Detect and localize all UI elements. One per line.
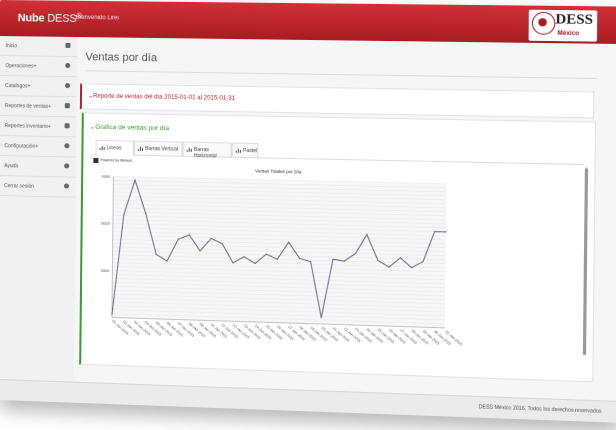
y-tick-label: 9000 xyxy=(101,174,111,179)
sidebar-item-label: Reportes inventario+ xyxy=(4,123,51,130)
line-chart-icon xyxy=(98,145,105,151)
seal-icon xyxy=(531,11,556,35)
sidebar-item-label: Configuración+ xyxy=(4,143,39,150)
brand-bold: Nube xyxy=(17,12,45,25)
sidebar-item-configuración[interactable]: Configuración+ xyxy=(0,135,77,158)
tab-label: Pastel xyxy=(242,147,258,155)
sidebar: Inicio Operaciones+ Catalogos+ Reportes de … xyxy=(0,35,79,383)
pie-chart-icon xyxy=(235,148,241,153)
report-title: Reporte de ventas del día 2015-01-01 al … xyxy=(93,93,236,102)
chart-area: Powered by Webcel Ventas Totales por Día 3… xyxy=(89,155,589,375)
chart-title: Ventas Totales por Día xyxy=(255,168,302,174)
logo-subtext: México xyxy=(557,30,580,38)
main-content: Ventas por día ⌄Reporte de ventas del dí… xyxy=(73,37,616,402)
sidebar-item-label: Ayuda xyxy=(4,163,19,170)
question-icon xyxy=(64,163,70,169)
dess-logo: DESS México xyxy=(528,9,598,42)
power-icon xyxy=(63,183,70,189)
chart-panel-title: Grafica de ventas por día xyxy=(95,123,170,133)
gear-icon xyxy=(65,62,71,69)
tab-lineas[interactable]: Lineas xyxy=(95,139,134,156)
sidebar-item-label: Operaciones+ xyxy=(5,63,37,70)
home-icon xyxy=(65,42,71,48)
logo-text: DESS xyxy=(555,12,594,29)
brand-name: DESS xyxy=(47,12,77,25)
sidebar-item-reportes-de-ventas[interactable]: Reportes de ventas+ xyxy=(0,95,77,118)
y-tick-label: 6000 xyxy=(101,221,111,226)
tab-barras-vertical[interactable]: Barras Vertical xyxy=(133,140,183,156)
sidebar-item-cerrar-sesión[interactable]: Cerrar sesión xyxy=(0,175,77,198)
webcel-logo-icon xyxy=(93,157,99,164)
chart-badge: Powered by Webcel xyxy=(100,158,132,163)
gear-icon xyxy=(64,143,70,149)
y-tick-label: 3000 xyxy=(100,268,110,273)
sidebar-item-reportes-inventario[interactable]: Reportes inventario+ xyxy=(0,115,77,138)
hbar-chart-icon xyxy=(186,147,192,152)
sidebar-item-catalogos[interactable]: Catalogos+ xyxy=(0,75,78,98)
chart-icon xyxy=(64,123,70,129)
bar-chart-icon xyxy=(137,146,144,151)
sales-line-chart: Powered by Webcel Ventas Totales por Día 3… xyxy=(93,157,463,347)
chart-icon xyxy=(64,103,70,109)
sidebar-item-label: Reportes de ventas+ xyxy=(4,103,52,110)
footer-text: DESS México 2016. Todos los derechos res… xyxy=(478,404,602,415)
tab-label: Lineas xyxy=(106,145,122,152)
welcome-text: Bienvenido Lirei xyxy=(75,14,119,22)
brand[interactable]: Nube DESS® xyxy=(18,12,82,25)
tab-barras-horizontal[interactable]: Barras Horizontal xyxy=(182,141,232,159)
app-window: Nube DESS® Bienvenido Lirei DESS México … xyxy=(0,0,616,423)
sidebar-item-ayuda[interactable]: Ayuda xyxy=(0,155,77,178)
sidebar-item-operaciones[interactable]: Operaciones+ xyxy=(0,55,78,78)
chart-panel-header[interactable]: ⌄Grafica de ventas por día xyxy=(90,123,169,133)
tab-label: Barras Vertical xyxy=(145,145,179,153)
chart-panel: ⌄Grafica de ventas por día Lineas Barras … xyxy=(79,112,597,383)
report-panel-title[interactable]: ⌄Reporte de ventas del día 2015-01-01 al… xyxy=(88,92,235,102)
sidebar-item-label: Catalogos+ xyxy=(5,83,31,90)
sidebar-item-label: Inicio xyxy=(5,43,18,50)
tab-pastel[interactable]: Pastel xyxy=(231,142,259,158)
sidebar-item-label: Cerrar sesión xyxy=(3,183,34,190)
gear-icon xyxy=(65,83,71,89)
scrollbar[interactable] xyxy=(582,166,589,355)
divider xyxy=(85,70,597,80)
page-title: Ventas por día xyxy=(85,51,158,65)
sidebar-item-inicio[interactable]: Inicio xyxy=(0,35,78,58)
